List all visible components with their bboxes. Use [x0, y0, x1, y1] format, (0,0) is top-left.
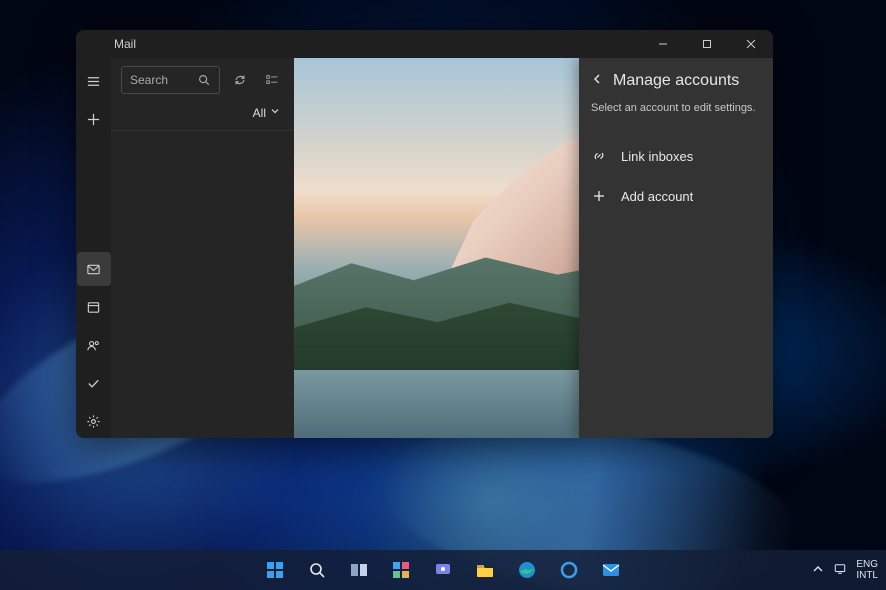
add-account-label: Add account [621, 189, 693, 204]
taskbar-edge-button[interactable] [509, 552, 545, 588]
plus-icon [591, 188, 607, 204]
message-list-column: Search All [111, 58, 294, 438]
sync-button[interactable] [228, 68, 252, 92]
link-icon [591, 148, 607, 164]
taskbar-mail-button[interactable] [593, 552, 629, 588]
taskbar-center [257, 552, 629, 588]
taskbar-teams-button[interactable] [425, 552, 461, 588]
lang-line1: ENG [856, 559, 878, 570]
search-icon [197, 73, 211, 87]
window-titlebar: Mail [76, 30, 773, 58]
selection-icon [265, 73, 279, 87]
maximize-button[interactable] [685, 30, 729, 58]
hamburger-icon [86, 74, 101, 89]
monitor-icon [834, 563, 846, 575]
nav-calendar-button[interactable] [77, 290, 111, 324]
link-inboxes-label: Link inboxes [621, 149, 693, 164]
folder-icon [474, 559, 496, 581]
left-icon-strip [76, 58, 111, 438]
edge-icon [516, 559, 538, 581]
nav-mail-button[interactable] [77, 252, 111, 286]
reading-pane: Manage accounts Select an account to edi… [294, 58, 773, 438]
taskbar-explorer-button[interactable] [467, 552, 503, 588]
language-indicator[interactable]: ENG INTL [856, 559, 878, 581]
calendar-icon [86, 300, 101, 315]
taskbar: ENG INTL [0, 550, 886, 590]
panel-subtitle: Select an account to edit settings. [591, 102, 761, 114]
chevron-down-icon [270, 106, 280, 116]
start-button[interactable] [257, 552, 293, 588]
nav-settings-button[interactable] [77, 404, 111, 438]
people-icon [86, 338, 101, 353]
minimize-button[interactable] [641, 30, 685, 58]
mail-icon [86, 262, 101, 277]
tray-network-button[interactable] [834, 563, 846, 578]
search-input[interactable]: Search [121, 66, 220, 94]
new-mail-button[interactable] [77, 102, 111, 136]
maximize-icon [702, 39, 712, 49]
filter-label: All [253, 106, 266, 120]
close-icon [746, 39, 756, 49]
chevron-left-icon [591, 73, 603, 85]
widgets-icon [390, 559, 412, 581]
minimize-icon [658, 39, 668, 49]
checkmark-icon [86, 376, 101, 391]
chevron-up-icon [812, 563, 824, 575]
sync-icon [233, 73, 247, 87]
tray-overflow-button[interactable] [812, 563, 824, 578]
mail-app-icon [600, 559, 622, 581]
plus-icon [86, 112, 101, 127]
gear-icon [86, 414, 101, 429]
filter-dropdown[interactable]: All [111, 98, 294, 131]
windows-logo-icon [264, 559, 286, 581]
manage-accounts-panel: Manage accounts Select an account to edi… [579, 58, 773, 438]
system-tray: ENG INTL [812, 559, 878, 581]
panel-header: Manage accounts [591, 72, 761, 90]
nav-people-button[interactable] [77, 328, 111, 362]
link-inboxes-button[interactable]: Link inboxes [591, 136, 761, 176]
hamburger-menu-button[interactable] [77, 64, 111, 98]
chat-icon [432, 559, 454, 581]
mail-app-window: Mail [76, 30, 773, 438]
search-icon [306, 559, 328, 581]
search-row: Search [111, 58, 294, 98]
panel-back-button[interactable] [591, 72, 603, 90]
selection-mode-button[interactable] [260, 68, 284, 92]
task-view-icon [348, 559, 370, 581]
close-button[interactable] [729, 30, 773, 58]
window-title: Mail [76, 37, 641, 51]
task-view-button[interactable] [341, 552, 377, 588]
panel-title: Manage accounts [613, 72, 739, 90]
taskbar-cortana-button[interactable] [551, 552, 587, 588]
widgets-button[interactable] [383, 552, 419, 588]
window-controls [641, 30, 773, 58]
add-account-button[interactable]: Add account [591, 176, 761, 216]
search-placeholder: Search [130, 73, 168, 87]
lang-line2: INTL [856, 570, 878, 581]
nav-todo-button[interactable] [77, 366, 111, 400]
cortana-icon [558, 559, 580, 581]
taskbar-search-button[interactable] [299, 552, 335, 588]
